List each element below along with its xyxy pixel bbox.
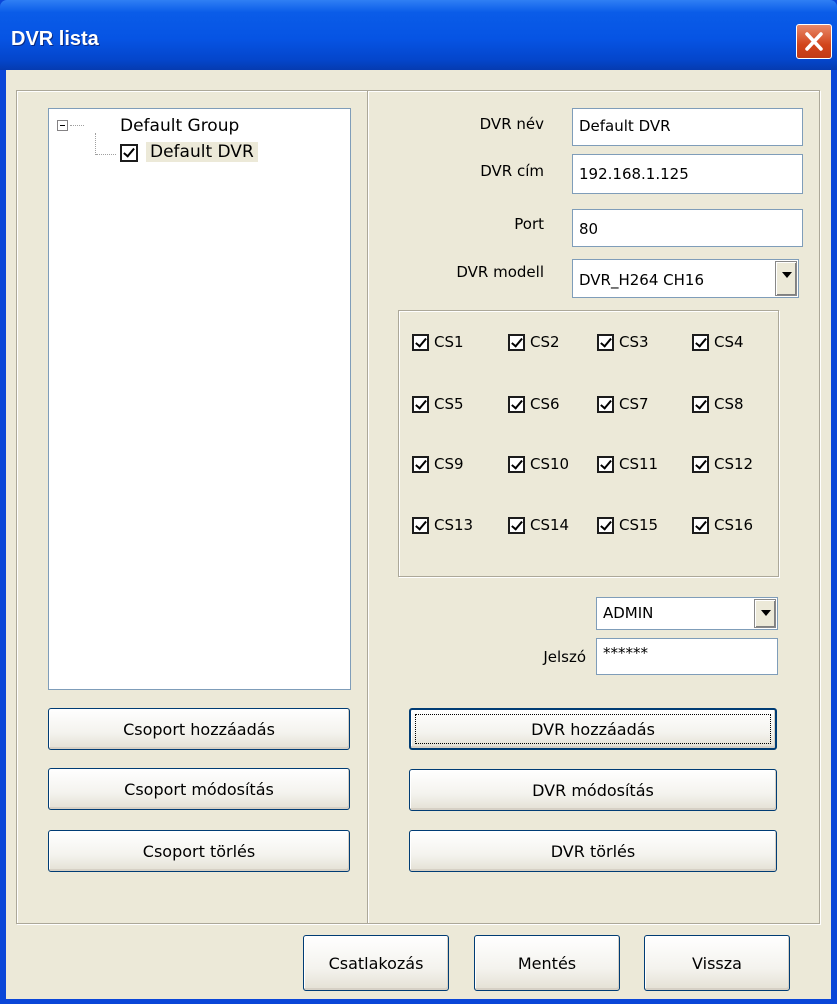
channel-label: CS16 xyxy=(714,516,754,534)
channel-label: CS12 xyxy=(714,455,754,473)
channel-label: CS2 xyxy=(530,333,560,351)
connect-button[interactable]: Csatlakozás xyxy=(303,935,449,991)
title-bar[interactable]: DVR lista xyxy=(0,0,837,70)
delete-dvr-button[interactable]: DVR törlés xyxy=(409,830,777,872)
connect-label: Csatlakozás xyxy=(328,953,424,973)
save-button[interactable]: Mentés xyxy=(474,935,620,991)
close-button[interactable] xyxy=(796,24,832,59)
delete-dvr-label: DVR törlés xyxy=(550,841,636,861)
dvr-model-select[interactable]: DVR_H264 CH16 xyxy=(572,259,799,298)
checkbox-checked-icon[interactable] xyxy=(692,516,709,534)
checkbox-checked-icon[interactable] xyxy=(412,395,429,413)
channel-label: CS14 xyxy=(530,516,570,534)
user-value: ADMIN xyxy=(603,604,654,622)
channel-checkbox[interactable]: CS16 xyxy=(692,515,753,535)
channel-checkbox[interactable]: CS1 xyxy=(412,332,464,352)
tree-connector xyxy=(95,133,96,155)
modify-group-label: Csoport módosítás xyxy=(124,779,274,799)
channel-label: CS3 xyxy=(619,333,649,351)
modify-dvr-button[interactable]: DVR módosítás xyxy=(409,769,777,811)
channel-checkbox[interactable]: CS7 xyxy=(597,394,649,414)
checkbox-checked-icon[interactable] xyxy=(412,333,429,351)
channel-label: CS15 xyxy=(619,516,659,534)
channel-label: CS8 xyxy=(714,395,744,413)
channel-label: CS1 xyxy=(434,333,464,351)
channel-label: CS11 xyxy=(619,455,659,473)
channel-checkbox[interactable]: CS10 xyxy=(508,454,569,474)
dvr-name-field[interactable]: Default DVR xyxy=(572,108,803,146)
checkbox-checked-icon[interactable] xyxy=(597,395,614,413)
password-label: Jelszó xyxy=(543,648,586,666)
channel-label: CS13 xyxy=(434,516,474,534)
delete-group-label: Csoport törlés xyxy=(142,841,256,861)
dvr-model-value: DVR_H264 CH16 xyxy=(579,271,704,289)
save-label: Mentés xyxy=(517,953,577,973)
channel-checkbox[interactable]: CS9 xyxy=(412,454,464,474)
tree-connector xyxy=(96,154,116,155)
channel-label: CS9 xyxy=(434,455,464,473)
tree-item-checkbox[interactable] xyxy=(120,144,138,162)
channel-label: CS6 xyxy=(530,395,560,413)
back-label: Vissza xyxy=(692,953,742,973)
channel-checkbox[interactable]: CS14 xyxy=(508,515,569,535)
add-group-label: Csoport hozzáadás xyxy=(123,719,275,739)
channel-checkbox[interactable]: CS12 xyxy=(692,454,753,474)
user-select[interactable]: ADMIN xyxy=(596,597,778,630)
password-field[interactable]: ****** xyxy=(596,638,778,675)
channel-checkbox[interactable]: CS11 xyxy=(597,454,658,474)
chevron-down-icon[interactable] xyxy=(775,261,797,296)
checkbox-checked-icon[interactable] xyxy=(508,455,525,473)
dialog-window: DVR lista Default Group Default DVR Csop… xyxy=(0,0,837,1004)
dvr-name-label: DVR név xyxy=(479,115,544,133)
dvr-tree[interactable]: Default Group Default DVR xyxy=(48,108,351,690)
port-label: Port xyxy=(514,215,544,233)
dvr-address-label: DVR cím xyxy=(480,162,544,180)
dialog-client-area: Default Group Default DVR Csoport hozzáa… xyxy=(6,70,831,999)
channel-checkbox[interactable]: CS5 xyxy=(412,394,464,414)
checkbox-checked-icon[interactable] xyxy=(597,333,614,351)
chevron-down-icon[interactable] xyxy=(754,599,776,628)
checkbox-checked-icon[interactable] xyxy=(597,455,614,473)
collapse-icon[interactable] xyxy=(57,120,68,131)
channel-checkbox[interactable]: CS2 xyxy=(508,332,560,352)
channel-checkbox[interactable]: CS4 xyxy=(692,332,744,352)
channel-checkbox[interactable]: CS8 xyxy=(692,394,744,414)
back-button[interactable]: Vissza xyxy=(644,935,790,991)
tree-connector xyxy=(70,125,84,126)
checkbox-checked-icon[interactable] xyxy=(692,333,709,351)
add-group-button[interactable]: Csoport hozzáadás xyxy=(48,708,350,750)
dvr-address-field[interactable]: 192.168.1.125 xyxy=(572,154,803,194)
channel-checkbox[interactable]: CS13 xyxy=(412,515,473,535)
checkbox-checked-icon[interactable] xyxy=(692,455,709,473)
channel-label: CS10 xyxy=(530,455,570,473)
channel-label: CS7 xyxy=(619,395,649,413)
checkbox-checked-icon[interactable] xyxy=(508,516,525,534)
channel-checkbox[interactable]: CS15 xyxy=(597,515,658,535)
modify-dvr-label: DVR módosítás xyxy=(532,780,654,800)
close-icon xyxy=(805,32,823,51)
checkbox-checked-icon[interactable] xyxy=(508,333,525,351)
tree-item-group[interactable]: Default Group xyxy=(120,116,239,136)
channel-checkbox[interactable]: CS6 xyxy=(508,394,560,414)
dvr-model-label: DVR modell xyxy=(456,263,544,281)
window-title: DVR lista xyxy=(11,28,99,50)
port-field[interactable]: 80 xyxy=(572,209,803,247)
tree-item-dvr[interactable]: Default DVR xyxy=(146,142,258,162)
channel-checkbox[interactable]: CS3 xyxy=(597,332,649,352)
panel-divider xyxy=(367,91,369,923)
modify-group-button[interactable]: Csoport módosítás xyxy=(48,768,350,810)
delete-group-button[interactable]: Csoport törlés xyxy=(48,830,350,872)
channel-label: CS5 xyxy=(434,395,464,413)
checkbox-checked-icon[interactable] xyxy=(597,516,614,534)
add-dvr-button[interactable]: DVR hozzáadás xyxy=(409,708,777,750)
checkbox-checked-icon[interactable] xyxy=(412,516,429,534)
checkbox-checked-icon[interactable] xyxy=(692,395,709,413)
checkbox-checked-icon[interactable] xyxy=(508,395,525,413)
checkbox-checked-icon[interactable] xyxy=(412,455,429,473)
add-dvr-label: DVR hozzáadás xyxy=(531,719,655,739)
channel-label: CS4 xyxy=(714,333,744,351)
